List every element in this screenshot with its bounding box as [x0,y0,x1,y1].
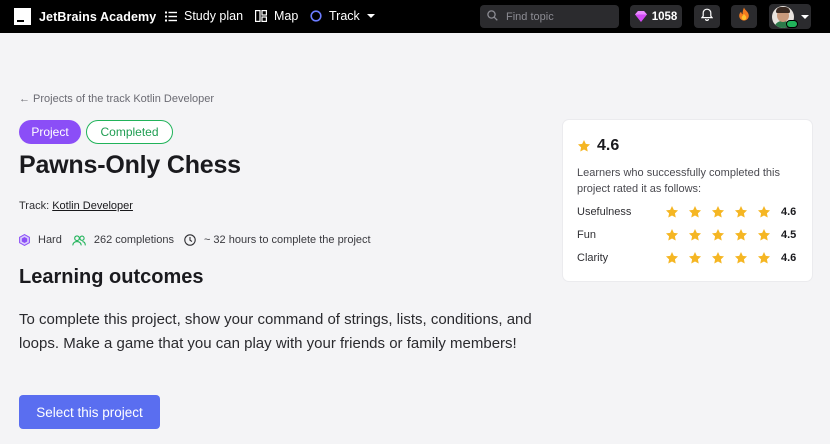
star-icon [665,206,679,218]
track-info: Track: Kotlin Developer [19,200,133,212]
track-link[interactable]: Kotlin Developer [52,200,133,212]
search-input[interactable] [506,10,606,23]
duration-info: ~ 32 hours to complete the project [184,234,371,246]
gem-icon [634,11,647,22]
star-icon [757,206,771,218]
star-icon [665,229,679,241]
page-title: Pawns-Only Chess [19,151,241,179]
overall-rating-value: 4.6 [597,137,620,154]
star-rating [665,228,781,242]
gems-count: 1058 [651,10,678,23]
streak-button[interactable] [731,5,757,28]
star-icon [711,229,725,241]
search-icon [487,8,498,26]
completions-count: 262 completions [93,234,174,246]
star-rating [665,251,781,265]
difficulty-info: Hard [19,234,62,246]
star-icon [665,252,679,264]
rating-card: 4.6 Learners who successfully completed … [563,120,812,281]
nav-track-label: Track [329,9,360,23]
duration-label: ~ 32 hours to complete the project [203,234,371,246]
star-icon [757,252,771,264]
brand-name: JetBrains Academy [39,9,157,24]
rating-row-value: 4.6 [781,252,797,264]
star-icon [711,206,725,218]
track-progress-icon [310,10,322,22]
nav-track-dropdown[interactable]: Track [310,9,375,23]
star-icon [688,229,702,241]
rating-row-clarity: Clarity 4.6 [577,250,799,266]
nav-map-label: Map [274,9,299,23]
nav-study-plan[interactable]: Study plan [165,9,243,23]
gems-counter[interactable]: 1058 [630,5,682,28]
track-label: Track: [19,200,50,212]
rating-note: Learners who successfully completed this… [577,167,780,195]
notifications-button[interactable] [694,5,720,28]
nav-study-plan-label: Study plan [184,9,244,23]
online-badge-icon [786,20,798,28]
overall-rating: 4.6 [577,137,619,155]
star-icon [757,229,771,241]
fire-icon [738,7,750,26]
clock-icon [184,234,200,246]
project-meta: Hard 262 completions ~ 32 hours to compl… [19,234,381,246]
completions-info: 262 completions [72,234,174,246]
learning-outcomes-heading: Learning outcomes [19,266,204,288]
list-icon [165,11,177,22]
project-type-badge: Project [19,120,81,144]
star-icon [688,252,702,264]
rating-row-value: 4.5 [781,229,797,241]
star-icon [734,206,748,218]
map-grid-icon [255,10,267,22]
profile-menu[interactable] [769,4,811,29]
users-icon [72,234,90,246]
rating-row-usefulness: Usefulness 4.6 [577,204,799,220]
chevron-down-icon [366,14,375,18]
jetbrains-logo-icon [14,8,31,25]
rating-row-label: Usefulness [577,206,632,218]
nav-map[interactable]: Map [255,9,298,23]
completed-status-badge: Completed [86,120,173,144]
rating-row-label: Clarity [577,252,609,264]
breadcrumb-back-link[interactable]: ← Projects of the track Kotlin Developer [19,93,214,105]
star-rating [665,205,781,219]
difficulty-hexagon-icon [19,234,34,246]
top-navigation-bar: JetBrains Academy Study plan Map Track 1… [0,0,830,33]
select-project-button[interactable]: Select this project [19,395,160,429]
rating-row-value: 4.6 [781,206,797,218]
star-icon [688,206,702,218]
star-icon [734,252,748,264]
star-icon [577,139,597,153]
star-icon [711,252,725,264]
rating-row-label: Fun [577,229,596,241]
search-box[interactable] [480,5,619,28]
learning-outcomes-description: To complete this project, show your comm… [19,311,532,352]
chevron-down-icon [801,14,809,19]
bell-icon [700,8,714,26]
difficulty-label: Hard [38,234,62,246]
brand-logo[interactable]: JetBrains Academy [14,8,156,25]
rating-row-fun: Fun 4.5 [577,227,799,243]
star-icon [734,229,748,241]
